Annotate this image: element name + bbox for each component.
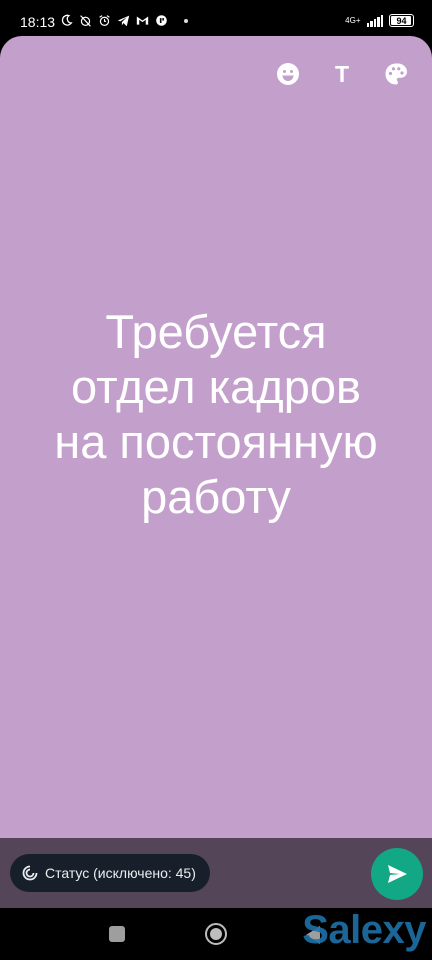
alarm-off-icon [80, 15, 91, 27]
status-text[interactable]: Требуется отдел кадров на постоянную раб… [0, 304, 432, 524]
network-type: 4G+ [345, 15, 361, 25]
status-editor-canvas[interactable]: T Требуется отдел кадров на постоянную р… [0, 36, 432, 838]
alarm-icon [99, 15, 110, 26]
watermark-logo: Salexy [302, 908, 426, 952]
color-button[interactable] [384, 62, 408, 86]
home-button[interactable] [205, 923, 227, 945]
app-notification-icon [156, 15, 167, 26]
emoji-button[interactable] [276, 62, 300, 86]
status-privacy-button[interactable]: Статус (исключено: 45) [10, 854, 210, 892]
send-icon [388, 865, 407, 883]
battery-icon: 94 [389, 14, 414, 27]
signal-icon [366, 14, 383, 27]
recents-button[interactable] [109, 926, 125, 942]
send-button[interactable] [371, 848, 423, 900]
palette-icon [385, 63, 407, 85]
bottom-panel: Статус (исключено: 45) [0, 838, 432, 908]
more-notifications-dot [184, 18, 188, 23]
status-privacy-label: Статус (исключено: 45) [45, 865, 196, 881]
battery-level: 94 [396, 15, 407, 26]
privacy-icon [22, 865, 38, 881]
emoji-icon [277, 63, 299, 85]
text-style-button[interactable]: T [330, 62, 354, 86]
status-bar: 18:13 4G+ 94 [0, 0, 432, 36]
moon-icon [61, 14, 73, 26]
notification-icons [60, 14, 188, 27]
system-status: 4G+ 94 [345, 14, 414, 27]
home-icon [210, 928, 222, 940]
gmail-icon [136, 16, 149, 25]
editor-toolbar: T [276, 62, 408, 86]
status-time: 18:13 [20, 14, 56, 30]
text-icon: T [334, 61, 350, 87]
telegram-icon [117, 15, 130, 27]
